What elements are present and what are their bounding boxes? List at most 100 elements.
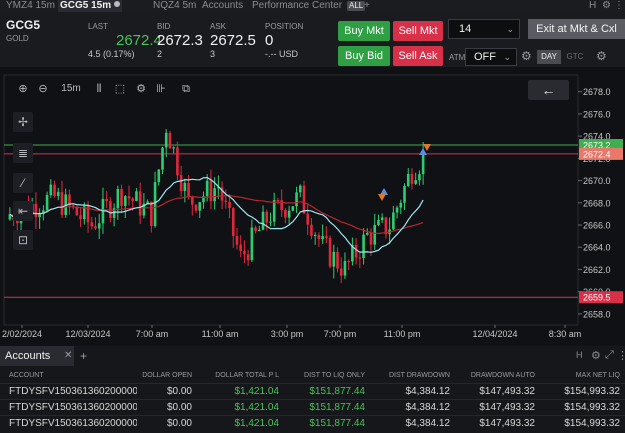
ask-label: ASK — [210, 22, 227, 31]
x-tick-label: 8:30 am — [549, 329, 582, 339]
y-tick-label: 2668.0 — [583, 198, 611, 208]
order-settings-gear-icon[interactable]: ⚙ — [596, 49, 607, 63]
draw-line-tool-icon[interactable]: ⁄ — [13, 173, 33, 193]
candle-body — [418, 174, 421, 181]
tab-nqz4[interactable]: NQZ4 5m — [153, 0, 196, 12]
all-badge[interactable]: ALL — [347, 1, 366, 11]
candle-body — [358, 257, 362, 259]
buy-bid-button[interactable]: Buy Bid — [338, 46, 390, 66]
candle-body — [187, 182, 190, 197]
candle-body — [75, 206, 79, 216]
chart-settings-gear-icon[interactable]: ⚙ — [133, 81, 149, 97]
ask-price: 2672.5 — [210, 32, 256, 49]
tif-gtc-toggle[interactable]: GTC — [563, 50, 587, 64]
candle-body — [250, 227, 254, 261]
exit-at-market-cancel-button[interactable]: Exit at Mkt & Cxl — [528, 19, 625, 39]
add-panel-icon[interactable]: + — [80, 349, 87, 363]
menu-icon[interactable]: ⋮ — [617, 349, 625, 362]
candle-body — [56, 192, 60, 196]
zoom-out-icon[interactable]: ⊖ — [35, 81, 51, 97]
candle-body — [183, 182, 187, 192]
dist-drawdown-cell: $4,384.12 — [405, 386, 451, 397]
help-icon[interactable]: H — [589, 0, 596, 12]
price-tag-label: 2672.4 — [583, 149, 611, 159]
atm-settings-gear-icon[interactable]: ⚙ — [521, 49, 532, 63]
chart-canvas[interactable]: 2678.02676.02674.02672.02670.02668.02666… — [0, 67, 625, 345]
candle-body — [373, 225, 377, 245]
tab-performance-center[interactable]: Performance Center — [252, 0, 342, 12]
indicators-icon[interactable]: ⊪ — [153, 81, 169, 97]
candle-style-icon[interactable]: ⫴ — [91, 81, 107, 97]
position-value: 0 — [265, 32, 274, 49]
candle-body — [336, 251, 339, 269]
tab-ymz4[interactable]: YMZ4 15m — [6, 0, 55, 12]
tab-gcg5[interactable]: GCG5 15m — [58, 0, 123, 12]
candle-body — [276, 200, 280, 202]
price-chart[interactable]: 2678.02676.02674.02672.02670.02668.02666… — [0, 67, 625, 345]
menu-icon[interactable]: ⋮ — [614, 0, 624, 12]
settings-gear-icon[interactable]: ⚙ — [602, 0, 611, 12]
candle-body — [354, 244, 358, 258]
tif-day-toggle[interactable]: DAY — [537, 50, 561, 64]
sell-market-button[interactable]: Sell Mkt — [393, 21, 443, 41]
quantity-select[interactable]: 14 ⌄ — [448, 19, 520, 39]
atm-strategy-select[interactable]: OFF ⌄ — [465, 48, 517, 66]
pointer-tool-icon[interactable]: ✢ — [13, 112, 33, 132]
candle-body — [246, 254, 250, 261]
quantity-value: 14 — [459, 23, 472, 35]
y-tick-label: 2676.0 — [583, 109, 611, 119]
symbol[interactable]: GCG5 — [6, 18, 40, 32]
settings-gear-icon[interactable]: ⚙ — [591, 349, 601, 362]
y-tick-label: 2662.0 — [583, 265, 611, 275]
col-dollar-total-pl[interactable]: DOLLAR TOTAL P L — [200, 370, 279, 382]
col-drawdown-auto[interactable]: DRAWDOWN AUTO — [455, 370, 535, 382]
plot-area — [3, 74, 579, 326]
candle-body — [97, 223, 101, 229]
candle-body — [328, 238, 332, 267]
tab-accounts[interactable]: Accounts — [202, 0, 243, 12]
candle-body — [205, 180, 209, 197]
dollar-open-cell: $0.00 — [166, 386, 192, 397]
candle-body — [384, 217, 388, 235]
table-row[interactable]: FTDYSFV15036136020000000 $0.00 $1,421.04… — [0, 383, 625, 399]
help-icon[interactable]: H — [576, 350, 583, 360]
tab-close-dot-icon[interactable] — [114, 1, 121, 7]
col-dollar-open[interactable]: DOLLAR OPEN — [140, 370, 192, 382]
candle-body — [116, 188, 120, 209]
accounts-tab[interactable]: Accounts — [0, 346, 74, 366]
col-dist-to-liq[interactable]: DIST TO LIQ ONLY — [285, 370, 365, 382]
templates-icon[interactable]: ⧉ — [178, 81, 194, 97]
y-tick-label: 2664.0 — [583, 243, 611, 253]
x-tick-label: 3:00 pm — [271, 329, 304, 339]
col-dist-drawdown[interactable]: DIST DRAWDOWN — [370, 370, 450, 382]
measure-tool-icon[interactable]: ⇤ — [13, 201, 33, 221]
account-cell: FTDYSFV15036136020000000 — [9, 402, 137, 413]
close-tab-icon[interactable]: ✕ — [64, 350, 72, 361]
candle-body — [306, 213, 310, 225]
bid-price: 2672.3 — [157, 32, 203, 49]
x-tick-label: 7:00 am — [136, 329, 169, 339]
candle-body — [164, 132, 168, 148]
drawdown-auto-cell: $147,493.32 — [479, 386, 535, 397]
zoom-in-icon[interactable]: ⊕ — [15, 81, 31, 97]
drawdown-auto-cell: $147,493.32 — [479, 402, 535, 413]
candle-body — [347, 261, 350, 263]
table-row[interactable]: FTDYSFV15036136020000000 $0.00 $1,421.04… — [0, 415, 625, 431]
lock-tool-icon[interactable]: ⊡ — [13, 230, 33, 250]
table-row[interactable]: FTDYSFV15036136020000000 $0.00 $1,421.04… — [0, 399, 625, 415]
maximize-icon[interactable]: ⤢ — [605, 349, 614, 362]
buy-market-button[interactable]: Buy Mkt — [338, 21, 390, 41]
col-account[interactable]: ACCOUNT — [9, 370, 44, 382]
interval-selector[interactable]: 15m — [60, 81, 82, 97]
candle-body — [120, 188, 123, 206]
candle-body — [298, 185, 302, 193]
crosshair-box-icon[interactable]: ⬚ — [112, 81, 128, 97]
add-tab-icon[interactable]: + — [364, 0, 370, 12]
sell-ask-button[interactable]: Sell Ask — [393, 46, 443, 66]
y-tick-label: 2666.0 — [583, 221, 611, 231]
candle-body — [53, 184, 56, 196]
col-max-net-liq[interactable]: MAX NET LIQ — [540, 370, 620, 382]
notes-tool-icon[interactable]: ≣ — [13, 143, 33, 163]
back-arrow-button[interactable]: ← — [528, 80, 569, 100]
candle-body — [291, 206, 295, 211]
